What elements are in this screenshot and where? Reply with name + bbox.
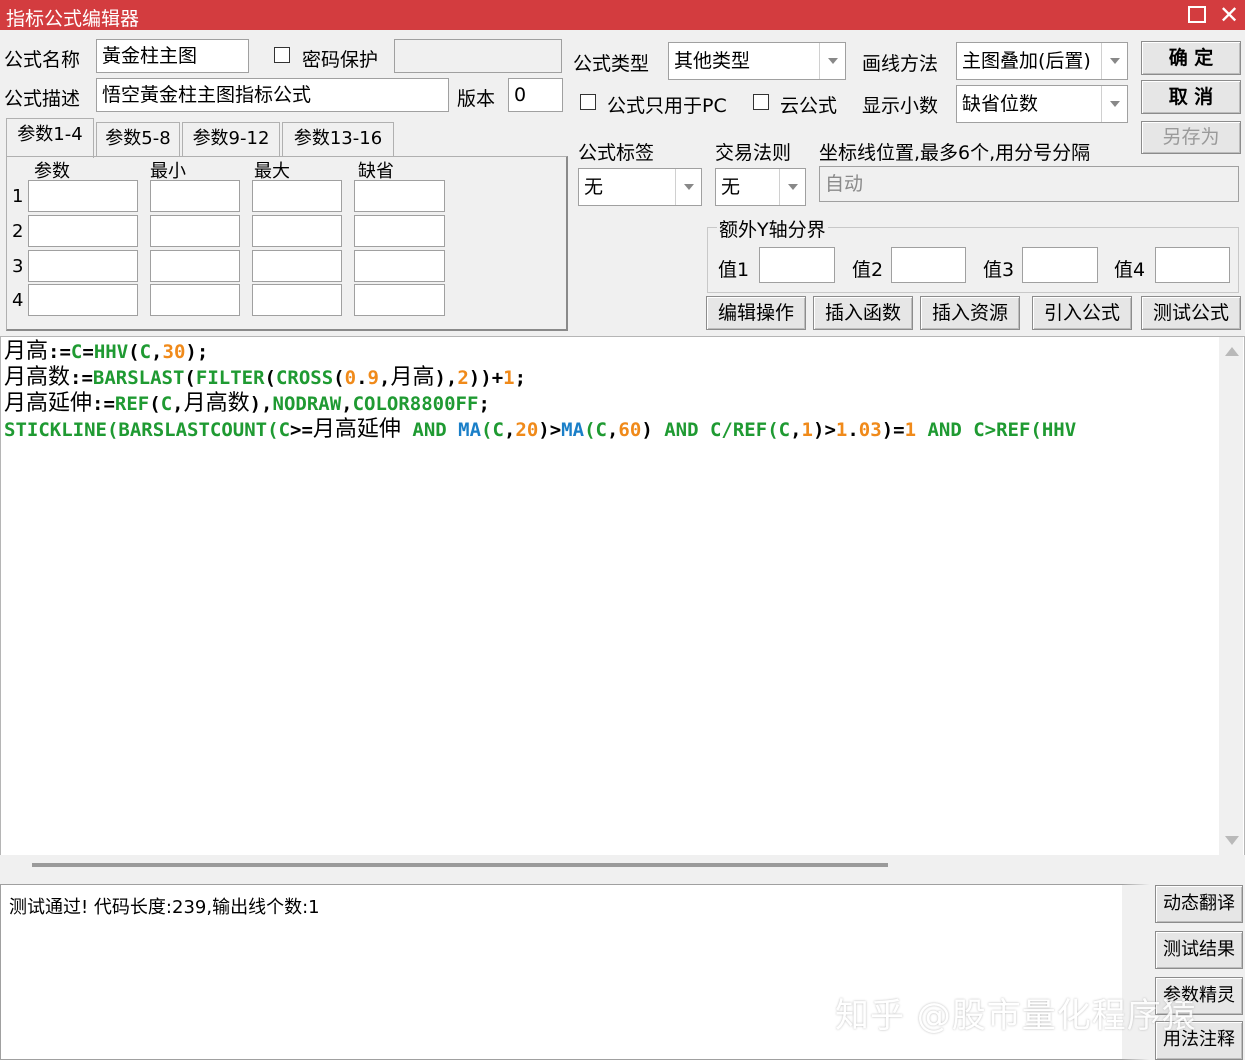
password-checkbox[interactable]	[274, 47, 290, 63]
formula-name-input[interactable]: 黃金柱主图	[96, 39, 249, 73]
formula-desc-input[interactable]: 悟空黃金柱主图指标公式	[96, 78, 449, 112]
extra-y-axis-label: 额外Y轴分界	[717, 215, 828, 242]
chevron-down-icon[interactable]	[1101, 43, 1127, 79]
pc-only-label: 公式只用于PC	[607, 95, 727, 117]
draw-method-select[interactable]: 主图叠加(后置)	[956, 42, 1128, 80]
draw-method-value: 主图叠加(后置)	[962, 50, 1091, 72]
param-3-name-input[interactable]	[28, 250, 138, 282]
param-1-name-input[interactable]	[28, 180, 138, 212]
close-icon[interactable]: ✕	[1217, 0, 1241, 30]
code-line-2: 月高数:=BARSLAST(FILTER(CROSS(0.9,月高),2))+1…	[4, 365, 527, 390]
trade-rule-select[interactable]: 无	[715, 168, 806, 206]
y-value-2-input[interactable]	[891, 247, 966, 283]
edit-operations-button[interactable]: 编辑操作	[706, 296, 806, 330]
cloud-label: 云公式	[780, 95, 838, 117]
ok-button[interactable]: 确 定	[1141, 41, 1241, 75]
param-row-number: 3	[12, 256, 24, 277]
tab-params-5-8[interactable]: 参数5-8	[96, 122, 180, 156]
param-row-number: 1	[12, 186, 24, 207]
code-line-3: 月高延伸:=REF(C,月高数),NODRAW,COLOR8800FF;	[4, 391, 490, 416]
formula-editor-window: 指标公式编辑器 ✕ 公式名称 黃金柱主图 密码保护 公式类型 其他类型 画线方法…	[0, 0, 1245, 1060]
param-1-min-input[interactable]	[150, 180, 240, 212]
param-3-min-input[interactable]	[150, 250, 240, 282]
chevron-down-icon[interactable]	[1101, 86, 1127, 122]
formula-type-select[interactable]: 其他类型	[668, 42, 846, 80]
insert-function-button[interactable]: 插入函数	[813, 296, 913, 330]
cloud-checkbox[interactable]	[753, 94, 769, 110]
save-as-button[interactable]: 另存为	[1141, 121, 1241, 154]
password-label: 密码保护	[302, 49, 379, 71]
editor-horizontal-scrollbar[interactable]	[0, 855, 1245, 877]
y-value-3-input[interactable]	[1022, 247, 1098, 283]
y-value-2-label: 值2	[852, 259, 884, 281]
param-row-number: 2	[12, 221, 24, 242]
scroll-down-icon[interactable]	[1225, 836, 1239, 845]
axis-position-input[interactable]: 自动	[819, 166, 1239, 202]
formula-desc-label: 公式描述	[4, 88, 81, 110]
param-2-name-input[interactable]	[28, 215, 138, 247]
watermark: 知乎 @股市量化程序猿	[835, 996, 1197, 1036]
trade-rule-value: 无	[721, 176, 741, 198]
param-3-default-input[interactable]	[354, 250, 445, 282]
param-2-default-input[interactable]	[354, 215, 445, 247]
formula-tag-select[interactable]: 无	[578, 168, 702, 206]
param-1-max-input[interactable]	[252, 180, 342, 212]
param-4-name-input[interactable]	[28, 284, 138, 316]
cancel-button[interactable]: 取 消	[1141, 80, 1241, 114]
draw-method-label: 画线方法	[862, 53, 939, 75]
y-value-1-input[interactable]	[759, 247, 835, 283]
chevron-down-icon[interactable]	[779, 169, 805, 205]
decimals-select[interactable]: 缺省位数	[956, 85, 1128, 123]
horizontal-scroll-thumb[interactable]	[32, 863, 888, 867]
trade-rule-label: 交易法则	[715, 142, 792, 164]
formula-tag-label: 公式标签	[578, 142, 655, 164]
formula-name-label: 公式名称	[4, 49, 81, 71]
param-4-default-input[interactable]	[354, 284, 445, 316]
tab-params-9-12[interactable]: 参数9-12	[182, 122, 280, 156]
test-result-text: 测试通过! 代码长度:239,输出线个数:1	[9, 897, 320, 918]
scroll-up-icon[interactable]	[1225, 347, 1239, 356]
param-4-min-input[interactable]	[150, 284, 240, 316]
decimals-label: 显示小数	[862, 95, 939, 117]
param-4-max-input[interactable]	[252, 284, 342, 316]
tab-params-13-16[interactable]: 参数13-16	[282, 122, 394, 156]
axis-position-label: 坐标线位置,最多6个,用分号分隔	[819, 142, 1091, 164]
dynamic-translate-button[interactable]: 动态翻译	[1155, 885, 1243, 923]
code-line-4: STICKLINE(BARSLASTCOUNT(C>=月高延伸 AND MA(C…	[4, 417, 1077, 442]
param-2-min-input[interactable]	[150, 215, 240, 247]
title-bar: 指标公式编辑器 ✕	[0, 0, 1245, 30]
insert-resource-button[interactable]: 插入资源	[920, 296, 1020, 330]
param-row-number: 4	[12, 290, 24, 311]
editor-vertical-scrollbar[interactable]	[1219, 337, 1243, 855]
chevron-down-icon[interactable]	[819, 43, 845, 79]
password-input[interactable]	[394, 39, 562, 73]
window-title: 指标公式编辑器	[6, 8, 140, 30]
y-value-3-label: 值3	[983, 259, 1015, 281]
y-value-1-label: 值1	[718, 259, 750, 281]
chevron-down-icon[interactable]	[675, 169, 701, 205]
import-formula-button[interactable]: 引入公式	[1032, 296, 1132, 330]
param-2-max-input[interactable]	[252, 215, 342, 247]
decimals-value: 缺省位数	[962, 93, 1039, 115]
test-formula-button[interactable]: 测试公式	[1141, 296, 1241, 330]
param-1-default-input[interactable]	[354, 180, 445, 212]
formula-type-label: 公式类型	[573, 53, 650, 75]
formula-tag-value: 无	[584, 176, 604, 198]
formula-type-value: 其他类型	[674, 50, 751, 72]
y-value-4-input[interactable]	[1155, 247, 1230, 283]
pc-only-checkbox[interactable]	[580, 94, 596, 110]
version-label: 版本	[457, 88, 496, 110]
code-line-1: 月高:=C=HHV(C,30);	[4, 339, 209, 364]
y-value-4-label: 值4	[1114, 259, 1146, 281]
tab-params-1-4[interactable]: 参数1-4	[6, 118, 94, 158]
version-input[interactable]: 0	[508, 78, 563, 112]
param-3-max-input[interactable]	[252, 250, 342, 282]
test-results-button[interactable]: 测试结果	[1155, 931, 1243, 969]
maximize-icon[interactable]	[1188, 6, 1206, 23]
